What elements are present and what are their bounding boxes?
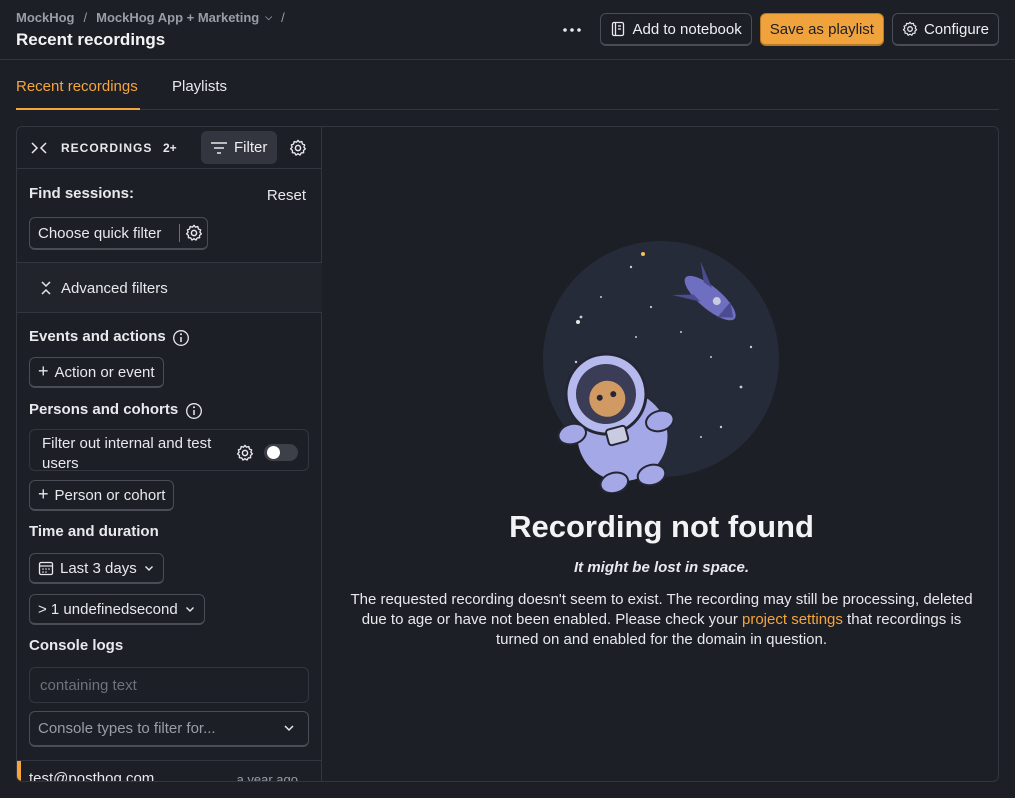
advanced-filters-toggle[interactable]: Advanced filters — [17, 263, 322, 313]
date-range-select[interactable]: Last 3 days — [29, 553, 164, 584]
internal-users-toggle[interactable] — [264, 444, 298, 461]
person-or-cohort-label: Person or cohort — [54, 486, 166, 504]
console-types-select[interactable]: Console types to filter for... — [29, 711, 309, 747]
chevron-down-icon — [284, 725, 294, 732]
find-sessions-label: Find sessions: — [29, 185, 135, 202]
breadcrumb-project[interactable]: MockHog App + Marketing — [96, 10, 259, 25]
add-to-notebook-label: Add to notebook — [632, 20, 742, 38]
duration-label: > 1 undefinedsecond — [38, 600, 178, 618]
not-found-title: Recording not found — [509, 509, 814, 544]
info-icon[interactable] — [172, 329, 190, 347]
info-icon[interactable] — [185, 402, 203, 420]
recording-time-ago: a year ago — [236, 772, 298, 782]
duration-select[interactable]: > 1 undefinedsecond — [29, 594, 205, 625]
not-found-description: The requested recording doesn't seem to … — [339, 590, 984, 650]
console-text-input[interactable]: containing text — [29, 667, 309, 703]
gear-icon[interactable] — [289, 139, 307, 157]
action-or-event-label: Action or event — [54, 363, 155, 381]
breadcrumb-org[interactable]: MockHog — [16, 10, 75, 25]
date-range-label: Last 3 days — [60, 559, 137, 577]
top-bar: MockHog / MockHog App + Marketing ⌵ / Re… — [0, 0, 1015, 60]
console-logs-title: Console logs — [29, 637, 124, 654]
gear-icon — [902, 21, 918, 36]
advanced-filters-label: Advanced filters — [61, 280, 168, 297]
reset-button[interactable]: Reset — [267, 187, 306, 204]
astronaut-hedgehog-illustration — [543, 241, 779, 493]
console-types-placeholder: Console types to filter for... — [38, 720, 216, 737]
quick-filter-label: Choose quick filter — [38, 224, 162, 242]
page-title: Recent recordings — [16, 30, 166, 49]
chevron-down-icon — [144, 566, 153, 571]
breadcrumb-separator: / — [83, 10, 88, 25]
recording-viewer: Recording not found It might be lost in … — [323, 127, 998, 781]
recordings-label: RECORDINGS — [61, 141, 153, 155]
plus-icon: + — [38, 484, 49, 504]
recordings-panel: RECORDINGS 2+ Filter Find sessions: Rese… — [16, 126, 999, 782]
internal-users-label: Filter out internal and test users — [42, 435, 212, 472]
breadcrumb-separator: / — [281, 10, 285, 25]
recording-email: test@posthog.com — [29, 770, 155, 782]
divider — [179, 224, 180, 242]
collapse-icon[interactable] — [29, 139, 49, 157]
project-settings-link[interactable]: project settings — [742, 611, 843, 628]
recordings-count: 2+ — [163, 141, 177, 155]
internal-users-filter: Filter out internal and test users — [29, 429, 309, 472]
quick-filter-button[interactable]: Choose quick filter — [29, 217, 208, 250]
not-found-subtitle: It might be lost in space. — [573, 559, 750, 576]
top-actions: Add to notebook Save as playlist Configu… — [554, 13, 999, 46]
more-options-button[interactable] — [554, 14, 590, 46]
breadcrumb: MockHog / MockHog App + Marketing ⌵ / — [16, 10, 294, 25]
gear-icon[interactable] — [236, 444, 254, 462]
add-person-or-cohort-button[interactable]: + Person or cohort — [29, 480, 175, 511]
recording-list-item[interactable]: test@posthog.com a year ago — [17, 760, 322, 782]
toggle-knob — [267, 446, 280, 459]
collapse-vertical-icon — [41, 281, 51, 295]
filter-icon — [211, 141, 227, 154]
events-section-title: Events and actions — [29, 328, 166, 345]
calendar-icon — [38, 561, 54, 576]
filter-label: Filter — [234, 139, 268, 156]
tab-bar: Recent recordings Playlists — [16, 60, 999, 110]
chevron-down-icon — [185, 607, 194, 612]
recordings-sidebar: RECORDINGS 2+ Filter Find sessions: Rese… — [17, 127, 322, 782]
tab-playlists[interactable]: Playlists — [172, 78, 227, 95]
chevron-down-icon[interactable]: ⌵ — [265, 12, 272, 23]
configure-label: Configure — [923, 20, 989, 38]
persons-section-title: Persons and cohorts — [29, 401, 179, 418]
active-tab-indicator — [16, 108, 140, 110]
tab-recent-recordings[interactable]: Recent recordings — [16, 78, 138, 95]
active-marker — [17, 761, 21, 781]
configure-button[interactable]: Configure — [891, 13, 999, 46]
filter-button[interactable]: Filter — [201, 131, 277, 164]
save-as-playlist-label: Save as playlist — [769, 20, 874, 38]
time-section-title: Time and duration — [29, 523, 159, 540]
gear-icon[interactable] — [185, 224, 203, 242]
find-sessions-section: Find sessions: Reset Choose quick filter — [17, 169, 322, 263]
add-action-or-event-button[interactable]: + Action or event — [29, 357, 164, 388]
save-as-playlist-button[interactable]: Save as playlist — [759, 13, 884, 46]
more-icon — [563, 27, 582, 32]
notebook-icon — [612, 21, 625, 37]
add-to-notebook-button[interactable]: Add to notebook — [600, 13, 752, 46]
sidebar-header: RECORDINGS 2+ Filter — [17, 127, 321, 169]
plus-icon: + — [38, 361, 49, 381]
